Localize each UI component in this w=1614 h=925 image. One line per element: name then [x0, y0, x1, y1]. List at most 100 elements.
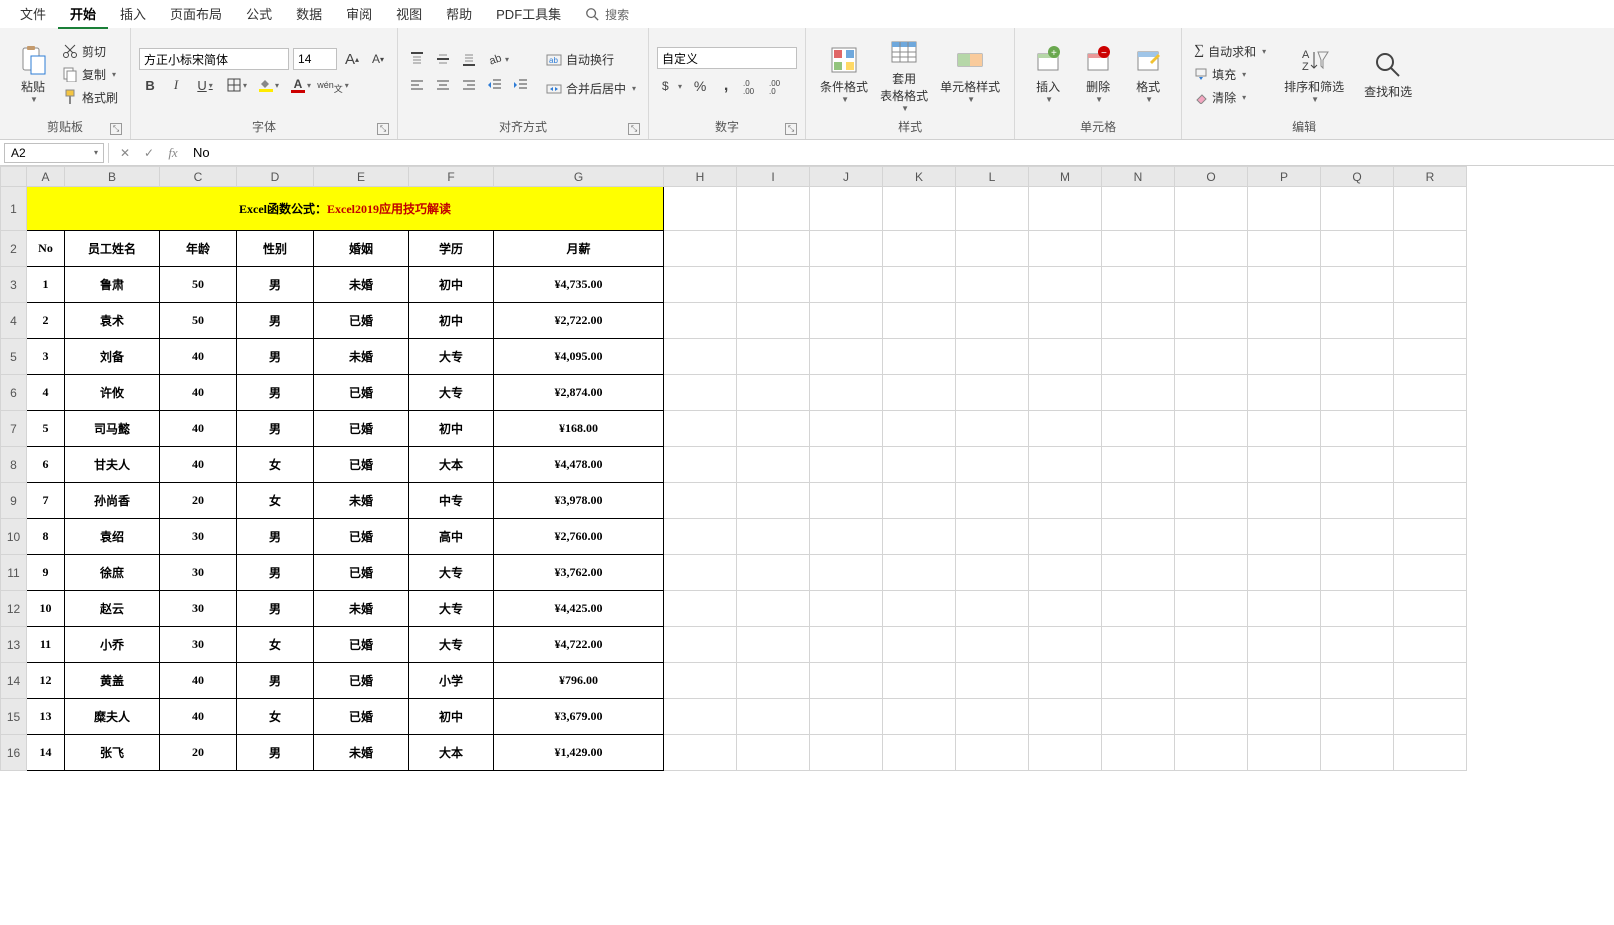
cell[interactable] — [1394, 699, 1467, 735]
cell[interactable] — [1248, 483, 1321, 519]
cell[interactable] — [956, 699, 1029, 735]
data-cell[interactable]: 糜夫人 — [65, 699, 160, 735]
cell[interactable] — [810, 735, 883, 771]
cell[interactable] — [956, 483, 1029, 519]
italic-button[interactable]: I — [165, 74, 187, 96]
data-cell[interactable]: 已婚 — [314, 447, 409, 483]
confirm-formula-button[interactable]: ✓ — [137, 146, 161, 160]
row-header-9[interactable]: 9 — [1, 483, 27, 519]
cell[interactable] — [1175, 339, 1248, 375]
salary-cell[interactable]: ¥1,429.00 — [494, 735, 664, 771]
cell[interactable] — [1102, 735, 1175, 771]
cell[interactable] — [1029, 591, 1102, 627]
cell[interactable] — [1102, 411, 1175, 447]
cell[interactable] — [737, 663, 810, 699]
data-cell[interactable]: 8 — [27, 519, 65, 555]
cell[interactable] — [1102, 447, 1175, 483]
cell[interactable] — [737, 267, 810, 303]
cell[interactable] — [1029, 267, 1102, 303]
cell[interactable] — [956, 555, 1029, 591]
insert-cells-button[interactable]: + 插入▼ — [1023, 42, 1073, 106]
cell[interactable] — [1175, 231, 1248, 267]
cell[interactable] — [1102, 699, 1175, 735]
cell[interactable] — [1175, 187, 1248, 231]
data-cell[interactable]: 男 — [237, 339, 314, 375]
cell[interactable] — [810, 231, 883, 267]
salary-cell[interactable]: ¥4,722.00 — [494, 627, 664, 663]
cell[interactable] — [1394, 231, 1467, 267]
menu-文件[interactable]: 文件 — [8, 0, 58, 29]
salary-cell[interactable]: ¥3,762.00 — [494, 555, 664, 591]
cell[interactable] — [810, 699, 883, 735]
merge-center-button[interactable]: 合并后居中▾ — [542, 78, 640, 99]
font-dialog-launcher[interactable]: ⤡ — [377, 123, 389, 135]
cell[interactable] — [956, 627, 1029, 663]
cell[interactable] — [883, 735, 956, 771]
cell[interactable] — [1102, 375, 1175, 411]
name-box[interactable] — [4, 143, 104, 163]
data-cell[interactable]: 5 — [27, 411, 65, 447]
cell[interactable] — [1394, 627, 1467, 663]
cell[interactable] — [664, 231, 737, 267]
align-left-button[interactable] — [406, 74, 428, 96]
data-cell[interactable]: 男 — [237, 663, 314, 699]
data-cell[interactable]: 初中 — [409, 411, 494, 447]
cell[interactable] — [1248, 339, 1321, 375]
cell[interactable] — [664, 267, 737, 303]
data-cell[interactable]: 中专 — [409, 483, 494, 519]
cell[interactable] — [1175, 375, 1248, 411]
salary-cell[interactable]: ¥3,978.00 — [494, 483, 664, 519]
salary-cell[interactable]: ¥2,874.00 — [494, 375, 664, 411]
cell[interactable] — [883, 231, 956, 267]
cell[interactable] — [1248, 231, 1321, 267]
menu-页面布局[interactable]: 页面布局 — [158, 0, 234, 29]
data-cell[interactable]: 已婚 — [314, 663, 409, 699]
data-cell[interactable]: 已婚 — [314, 411, 409, 447]
data-cell[interactable]: 男 — [237, 375, 314, 411]
table-header[interactable]: 员工姓名 — [65, 231, 160, 267]
data-cell[interactable]: 大专 — [409, 555, 494, 591]
cell[interactable] — [737, 411, 810, 447]
percent-button[interactable]: % — [689, 75, 711, 97]
data-cell[interactable]: 30 — [160, 591, 237, 627]
cancel-formula-button[interactable]: ✕ — [113, 146, 137, 160]
data-cell[interactable]: 未婚 — [314, 339, 409, 375]
row-header-12[interactable]: 12 — [1, 591, 27, 627]
cell[interactable] — [956, 303, 1029, 339]
cell[interactable] — [664, 627, 737, 663]
cell[interactable] — [1029, 339, 1102, 375]
cell[interactable] — [664, 591, 737, 627]
data-cell[interactable]: 司马懿 — [65, 411, 160, 447]
cell[interactable] — [1029, 231, 1102, 267]
cell[interactable] — [810, 483, 883, 519]
cell[interactable] — [664, 339, 737, 375]
cell[interactable] — [1029, 663, 1102, 699]
cell[interactable] — [1394, 187, 1467, 231]
align-middle-button[interactable] — [432, 48, 454, 70]
cell[interactable] — [883, 663, 956, 699]
row-header-5[interactable]: 5 — [1, 339, 27, 375]
cell[interactable] — [810, 663, 883, 699]
data-cell[interactable]: 初中 — [409, 699, 494, 735]
salary-cell[interactable]: ¥4,478.00 — [494, 447, 664, 483]
cell[interactable] — [737, 231, 810, 267]
data-cell[interactable]: 40 — [160, 339, 237, 375]
cell[interactable] — [956, 339, 1029, 375]
cell[interactable] — [810, 303, 883, 339]
salary-cell[interactable]: ¥4,735.00 — [494, 267, 664, 303]
table-header[interactable]: 月薪 — [494, 231, 664, 267]
data-cell[interactable]: 2 — [27, 303, 65, 339]
fill-button[interactable]: 填充▾ — [1190, 64, 1270, 85]
salary-cell[interactable]: ¥4,095.00 — [494, 339, 664, 375]
cell[interactable] — [1029, 483, 1102, 519]
cell[interactable] — [810, 447, 883, 483]
cell[interactable] — [810, 339, 883, 375]
bold-button[interactable]: B — [139, 74, 161, 96]
number-format-select[interactable] — [657, 47, 797, 69]
data-cell[interactable]: 9 — [27, 555, 65, 591]
cell[interactable] — [883, 699, 956, 735]
data-cell[interactable]: 男 — [237, 267, 314, 303]
cell[interactable] — [664, 483, 737, 519]
cell[interactable] — [1102, 519, 1175, 555]
cell[interactable] — [1321, 447, 1394, 483]
